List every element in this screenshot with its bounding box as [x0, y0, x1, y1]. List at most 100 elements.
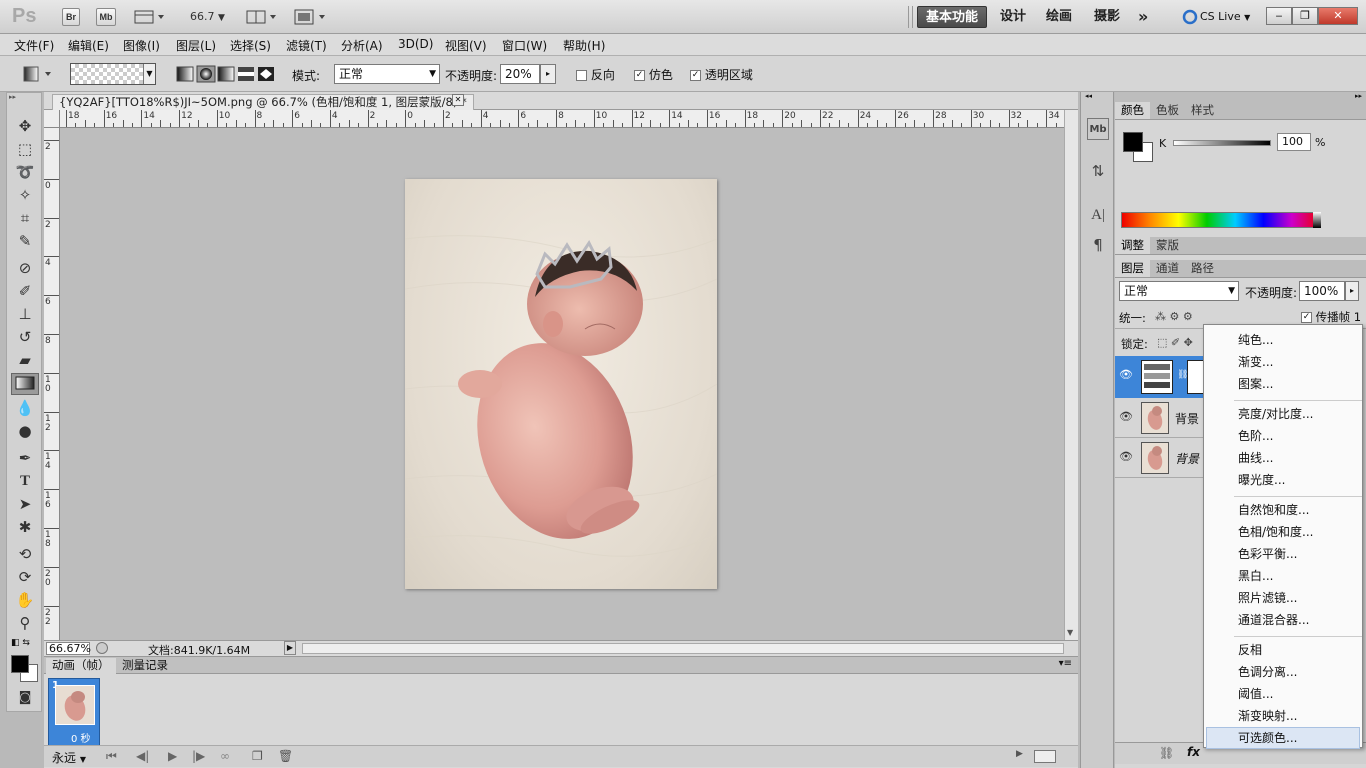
layer-blend-mode-select[interactable]: 正常 ▼	[1119, 281, 1239, 301]
menu-window[interactable]: 窗口(W)	[502, 37, 547, 54]
healing-brush-tool-icon[interactable]: ⊘	[11, 257, 39, 279]
mode-select[interactable]: 正常 ▼	[334, 64, 440, 84]
layer-opacity-input[interactable]: 100%	[1299, 281, 1345, 301]
tween-icon[interactable]: ∞	[220, 749, 230, 763]
zoom-tool-icon[interactable]: ⚲	[11, 612, 39, 634]
collapse-panels-button[interactable]: ▸▸	[1115, 92, 1366, 102]
eyedropper-tool-icon[interactable]: ✎	[11, 230, 39, 252]
lock-buttons[interactable]: ⬚ ✐ ✥	[1157, 336, 1193, 349]
adjustment-menu-item[interactable]: 黑白...	[1238, 567, 1273, 584]
menu-filter[interactable]: 滤镜(T)	[286, 37, 327, 54]
tab-swatches[interactable]: 色板	[1150, 102, 1185, 119]
zoom-level-dropdown[interactable]: 66.7 ▼	[190, 10, 225, 23]
visibility-eye-icon[interactable]: 👁	[1119, 450, 1133, 463]
adjustment-menu-item[interactable]: 通道混合器...	[1238, 611, 1309, 628]
layer-style-icon[interactable]: fx	[1187, 745, 1200, 759]
tab-animation[interactable]: 动画（帧）	[46, 658, 116, 674]
adjustment-menu-item[interactable]: 亮度/对比度...	[1238, 405, 1314, 422]
minimize-button[interactable]: ‒	[1266, 7, 1292, 25]
adjustment-menu-item[interactable]: 自然饱和度...	[1238, 501, 1309, 518]
play-icon[interactable]: ▶	[168, 749, 177, 763]
hand-tool-icon[interactable]: ✋	[11, 589, 39, 611]
workspace-essentials[interactable]: 基本功能	[917, 6, 988, 28]
tab-color[interactable]: 颜色	[1115, 102, 1150, 119]
dither-option[interactable]: ✓ 仿色	[634, 66, 673, 83]
custom-shape-tool-icon[interactable]: ✱	[11, 516, 39, 538]
menu-edit[interactable]: 编辑(E)	[68, 37, 109, 54]
tab-masks[interactable]: 蒙版	[1150, 237, 1185, 254]
gradient-picker[interactable]: ▼	[70, 63, 156, 85]
pen-tool-icon[interactable]: ✒	[11, 447, 39, 469]
next-frame-icon[interactable]: |▶	[192, 749, 205, 763]
layer-opacity-slider-button[interactable]: ▸	[1345, 281, 1359, 301]
default-colors-icon[interactable]: ◧ ⇆	[11, 638, 30, 648]
unify-buttons[interactable]: ⁂ ⚙ ⚙	[1155, 310, 1193, 323]
adjustment-menu-item[interactable]: 色彩平衡...	[1238, 545, 1297, 562]
layer-row-background[interactable]: 👁 背景	[1115, 438, 1205, 478]
menu-3d[interactable]: 3D(D)	[398, 37, 433, 51]
propagate-checkbox[interactable]: ✓	[1301, 312, 1312, 323]
screen-mode-dropdown[interactable]	[294, 9, 328, 25]
workspace-painting[interactable]: 绘画	[1038, 6, 1080, 28]
tab-layers[interactable]: 图层	[1115, 260, 1150, 277]
panel-menu-icon[interactable]: ▾≡	[1059, 658, 1072, 669]
workspace-design[interactable]: 设计	[992, 6, 1034, 28]
quick-mask-icon[interactable]: ◙	[11, 687, 39, 709]
workspace-photography[interactable]: 摄影	[1086, 6, 1128, 28]
tab-styles[interactable]: 样式	[1185, 102, 1220, 119]
paragraph-panel-icon[interactable]: ¶	[1087, 234, 1109, 256]
gradient-picker-arrow[interactable]: ▼	[143, 64, 155, 84]
status-info-icon[interactable]	[96, 642, 108, 654]
adjustment-menu-item[interactable]: 图案...	[1238, 375, 1273, 392]
adjustment-menu-item[interactable]: 渐变映射...	[1238, 707, 1297, 724]
crop-tool-icon[interactable]: ⌗	[11, 207, 39, 229]
blur-tool-icon[interactable]: 💧	[11, 397, 39, 419]
transparency-option[interactable]: ✓ 透明区域	[690, 66, 753, 83]
document-canvas-image[interactable]	[405, 179, 717, 589]
visibility-eye-icon[interactable]: 👁	[1119, 410, 1133, 423]
adjustment-menu-item[interactable]: 阈值...	[1238, 685, 1273, 702]
reverse-checkbox[interactable]	[576, 70, 587, 81]
character-panel-icon[interactable]: A|	[1087, 204, 1109, 226]
document-tab[interactable]: {YQ2AF}[TTO18%R$)JI~5OM.png @ 66.7% (色相/…	[52, 94, 474, 110]
cs-live-button[interactable]: CS Live ▼	[1182, 9, 1262, 27]
layer-row-adjustment[interactable]: 👁 ⛓	[1115, 356, 1205, 398]
menu-view[interactable]: 视图(V)	[445, 37, 487, 54]
dodge-tool-icon[interactable]: ●	[11, 420, 39, 442]
visibility-eye-icon[interactable]: 👁	[1119, 368, 1133, 381]
menu-layer[interactable]: 图层(L)	[176, 37, 216, 54]
link-layers-icon[interactable]: ⛓	[1159, 746, 1174, 760]
path-selection-tool-icon[interactable]: ➤	[11, 493, 39, 515]
previous-frame-icon[interactable]: ◀|	[136, 749, 149, 763]
restore-button[interactable]: ❐	[1292, 7, 1318, 25]
mini-bridge-button[interactable]: Mb	[96, 8, 116, 26]
menu-help[interactable]: 帮助(H)	[563, 37, 605, 54]
menu-select[interactable]: 选择(S)	[230, 37, 271, 54]
first-frame-icon[interactable]: ⏮	[106, 749, 117, 764]
bridge-button[interactable]: Br	[62, 8, 80, 26]
opacity-input[interactable]: 20%	[500, 64, 540, 84]
move-tool-icon[interactable]: ✥	[11, 115, 39, 137]
menu-file[interactable]: 文件(F)	[14, 37, 54, 54]
propagate-frame-option[interactable]: ✓ 传播帧 1	[1301, 309, 1361, 325]
loop-select[interactable]: 永远 ▼	[52, 749, 86, 766]
tool-preset-picker[interactable]	[20, 64, 56, 84]
view-extras-dropdown[interactable]	[134, 9, 166, 25]
history-panel-icon[interactable]: ⇅	[1087, 160, 1109, 182]
transparency-checkbox[interactable]: ✓	[690, 70, 701, 81]
frame-delay[interactable]: 0 秒	[71, 730, 91, 745]
reverse-option[interactable]: 反向	[576, 66, 615, 83]
type-tool-icon[interactable]: T	[11, 470, 39, 492]
layer-row-background-copy[interactable]: 👁 背景	[1115, 398, 1205, 438]
opacity-slider-button[interactable]: ▸	[540, 64, 556, 84]
color-spectrum-bar[interactable]	[1121, 212, 1321, 228]
convert-to-timeline-icon[interactable]	[1034, 750, 1056, 763]
menu-image[interactable]: 图像(I)	[123, 37, 160, 54]
gradient-tool-icon[interactable]	[11, 373, 39, 395]
eraser-tool-icon[interactable]: ▰	[11, 349, 39, 371]
horizontal-scrollbar[interactable]	[302, 643, 1064, 654]
lasso-tool-icon[interactable]: ➰	[11, 161, 39, 183]
adjustment-menu-item[interactable]: 反相	[1238, 641, 1262, 658]
delete-frame-icon[interactable]: 🗑	[278, 749, 293, 763]
scroll-right-arrow[interactable]: ▶	[1016, 749, 1023, 759]
